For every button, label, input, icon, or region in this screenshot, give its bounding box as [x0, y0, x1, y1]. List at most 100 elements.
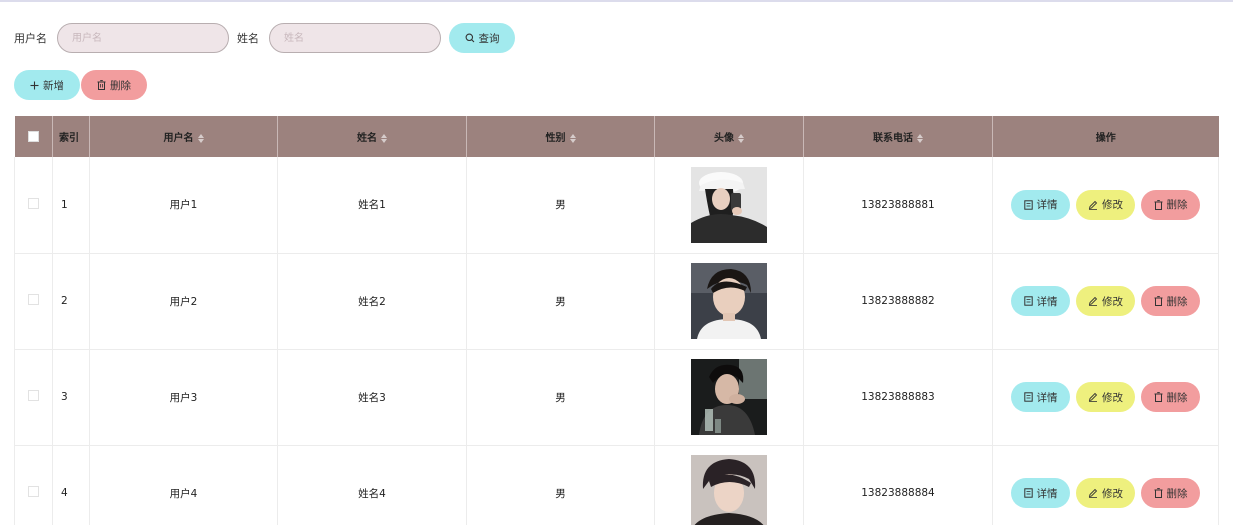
trash-icon — [1154, 488, 1163, 498]
header-avatar[interactable]: 头像 — [654, 116, 804, 157]
edit-button[interactable]: 修改 — [1076, 189, 1135, 220]
username-label: 用户名 — [14, 32, 47, 45]
row-operations: 详情 修改 删除 — [992, 253, 1219, 350]
row-gender: 男 — [466, 157, 655, 254]
header-operations: 操作 — [992, 116, 1219, 157]
row-operations: 详情 修改 删除 — [992, 157, 1219, 254]
query-button[interactable]: 查询 — [449, 23, 515, 53]
detail-button-label: 详情 — [1036, 199, 1058, 212]
name-label: 姓名 — [237, 32, 259, 45]
name-search-input[interactable] — [269, 23, 441, 53]
trash-icon — [1154, 296, 1163, 306]
row-username: 用户3 — [89, 349, 278, 446]
row-index: 3 — [52, 349, 90, 446]
table-header-row: 索引 用户名 姓名 性别 头像 联系电话 操作 — [14, 116, 1219, 157]
row-operations: 详情 修改 删除 — [992, 349, 1219, 446]
avatar[interactable] — [691, 263, 767, 339]
row-username: 用户4 — [89, 445, 278, 525]
select-all-checkbox[interactable] — [27, 130, 39, 142]
action-bar: 新增 删除 — [14, 70, 147, 100]
sort-icon[interactable] — [569, 133, 576, 143]
row-checkbox[interactable] — [28, 294, 39, 305]
row-index: 2 — [52, 253, 90, 350]
username-search-input[interactable] — [57, 23, 229, 53]
pencil-icon — [1088, 200, 1098, 210]
search-icon — [465, 33, 475, 43]
trash-icon — [1154, 392, 1163, 402]
detail-button-label: 详情 — [1036, 487, 1058, 500]
avatar[interactable] — [691, 166, 767, 243]
table-row: 3 用户3 姓名3 男 13823888883 详情 修改 删除 — [14, 349, 1219, 446]
avatar[interactable] — [691, 359, 767, 435]
row-avatar-cell — [654, 445, 804, 525]
trash-icon — [1154, 199, 1163, 210]
row-checkbox[interactable] — [28, 486, 39, 497]
delete-button-label: 删除 — [1166, 199, 1188, 212]
edit-button[interactable]: 修改 — [1076, 478, 1135, 508]
document-icon — [1023, 296, 1033, 306]
detail-button[interactable]: 详情 — [1011, 286, 1070, 316]
row-username: 用户2 — [89, 253, 278, 350]
document-icon — [1023, 488, 1033, 498]
row-checkbox[interactable] — [28, 390, 39, 401]
sort-icon[interactable] — [917, 133, 923, 143]
row-gender: 男 — [466, 445, 655, 525]
delete-button-label: 删除 — [1166, 391, 1188, 404]
row-index: 1 — [52, 157, 90, 254]
header-name[interactable]: 姓名 — [277, 116, 467, 157]
add-button[interactable]: 新增 — [14, 70, 80, 100]
row-name: 姓名4 — [277, 445, 467, 525]
row-name: 姓名1 — [277, 157, 467, 254]
pencil-icon — [1088, 392, 1098, 402]
header-name-label: 姓名 — [357, 133, 377, 144]
sort-icon[interactable] — [738, 133, 744, 143]
delete-button[interactable]: 删除 — [1141, 286, 1200, 316]
row-select-cell[interactable] — [14, 253, 53, 350]
row-select-cell[interactable] — [14, 157, 53, 254]
row-avatar-cell — [654, 349, 804, 446]
delete-button[interactable]: 删除 — [1141, 382, 1200, 412]
user-table: 索引 用户名 姓名 性别 头像 联系电话 操作 1 用户1 姓名1 男 1382… — [14, 116, 1219, 525]
avatar[interactable] — [691, 455, 767, 525]
header-avatar-label: 头像 — [714, 133, 734, 144]
delete-button-label: 删除 — [1166, 487, 1188, 500]
edit-button[interactable]: 修改 — [1076, 382, 1135, 412]
header-phone[interactable]: 联系电话 — [803, 116, 993, 157]
delete-button-label: 删除 — [1166, 295, 1188, 308]
edit-button-label: 修改 — [1102, 487, 1123, 500]
row-checkbox[interactable] — [28, 197, 39, 209]
row-username: 用户1 — [89, 157, 278, 254]
detail-button[interactable]: 详情 — [1011, 382, 1070, 412]
header-gender[interactable]: 性别 — [466, 116, 655, 157]
header-username[interactable]: 用户名 — [89, 116, 278, 157]
row-name: 姓名2 — [277, 253, 467, 350]
batch-delete-button[interactable]: 删除 — [81, 70, 147, 100]
row-phone: 13823888881 — [803, 157, 993, 254]
row-avatar-cell — [654, 157, 804, 254]
row-phone: 13823888883 — [803, 349, 993, 446]
edit-button[interactable]: 修改 — [1076, 286, 1135, 316]
detail-button-label: 详情 — [1036, 391, 1058, 404]
edit-button-label: 修改 — [1102, 199, 1123, 212]
table-row: 1 用户1 姓名1 男 13823888881 详情 修改 删除 — [14, 157, 1219, 254]
header-select-all[interactable] — [14, 116, 53, 157]
header-index: 索引 — [52, 116, 90, 157]
header-gender-label: 性别 — [545, 133, 566, 144]
document-icon — [1023, 200, 1033, 210]
detail-button[interactable]: 详情 — [1011, 189, 1070, 220]
row-phone: 13823888882 — [803, 253, 993, 350]
row-name: 姓名3 — [277, 349, 467, 446]
row-select-cell[interactable] — [14, 349, 53, 446]
detail-button[interactable]: 详情 — [1011, 478, 1070, 508]
table-row: 2 用户2 姓名2 男 13823888882 详情 修改 删除 — [14, 253, 1219, 350]
sort-icon[interactable] — [197, 133, 204, 143]
delete-button[interactable]: 删除 — [1141, 189, 1200, 220]
row-operations: 详情 修改 删除 — [992, 445, 1219, 525]
edit-button-label: 修改 — [1102, 391, 1123, 404]
row-select-cell[interactable] — [14, 445, 53, 525]
pencil-icon — [1088, 488, 1098, 498]
sort-icon[interactable] — [381, 133, 387, 143]
delete-button[interactable]: 删除 — [1141, 478, 1200, 508]
add-button-label: 新增 — [43, 79, 64, 92]
header-username-label: 用户名 — [163, 133, 194, 144]
